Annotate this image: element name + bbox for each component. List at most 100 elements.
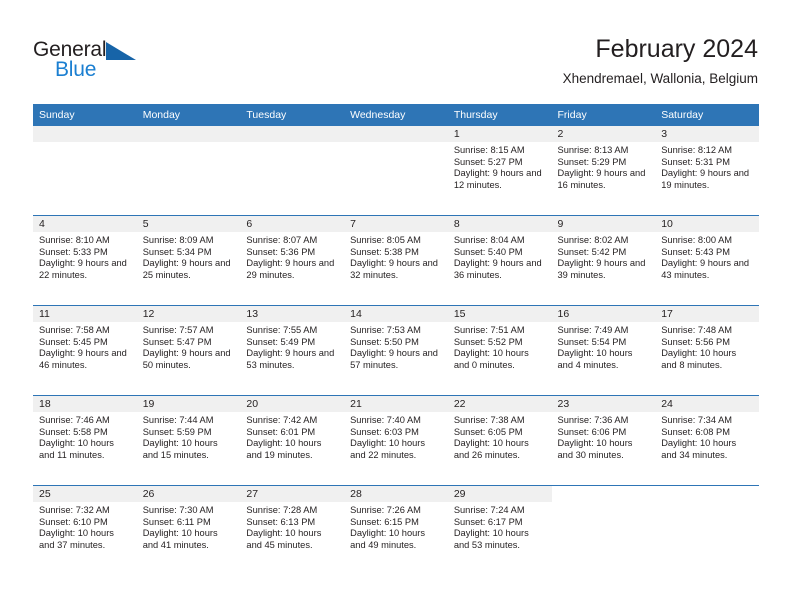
day-number: 3 bbox=[655, 126, 759, 142]
day-cell-content: 4 Sunrise: 8:10 AM Sunset: 5:33 PM Daylight… bbox=[33, 216, 137, 305]
sunrise-time: Sunrise: 8:13 AM bbox=[557, 145, 629, 155]
day-number: 4 bbox=[33, 216, 137, 232]
calendar-page: General Blue February 2024 Xhendremael, … bbox=[0, 0, 792, 612]
day-number bbox=[240, 126, 345, 142]
day-cell-content: 7 Sunrise: 8:05 AM Sunset: 5:38 PM Daylight… bbox=[344, 216, 448, 305]
calendar-day-cell[interactable] bbox=[551, 485, 656, 575]
calendar-day-cell[interactable]: 23 Sunrise: 7:36 AM Sunset: 6:06 PM Dayligh… bbox=[551, 395, 656, 486]
calendar-day-cell[interactable]: 24 Sunrise: 7:34 AM Sunset: 6:08 PM Dayligh… bbox=[655, 395, 759, 486]
calendar-day-cell[interactable]: 9 Sunrise: 8:02 AM Sunset: 5:42 PM Daylight… bbox=[551, 215, 656, 306]
day-cell-content: 19 Sunrise: 7:44 AM Sunset: 5:59 PM Dayligh… bbox=[136, 396, 241, 485]
calendar-day-cell[interactable] bbox=[344, 126, 448, 216]
calendar-day-cell[interactable]: 12 Sunrise: 7:57 AM Sunset: 5:47 PM Dayligh… bbox=[136, 305, 241, 396]
sunset-time: Sunset: 6:05 PM bbox=[453, 426, 523, 437]
day-number: 27 bbox=[240, 486, 345, 502]
day-number: 21 bbox=[344, 396, 448, 412]
sunrise-time: Sunrise: 7:55 AM bbox=[246, 325, 318, 335]
daylight-duration: Daylight: 10 hours and 22 minutes. bbox=[350, 438, 426, 460]
day-sun-info: Sunrise: 7:46 AM Sunset: 5:58 PM Daylight:… bbox=[33, 412, 137, 461]
day-number: 18 bbox=[33, 396, 137, 412]
calendar-day-cell[interactable]: 22 Sunrise: 7:38 AM Sunset: 6:05 PM Dayligh… bbox=[447, 395, 552, 486]
day-sun-info: Sunrise: 7:49 AM Sunset: 5:54 PM Daylight:… bbox=[552, 322, 656, 371]
daylight-duration: Daylight: 10 hours and 53 minutes. bbox=[453, 528, 529, 550]
calendar-day-cell[interactable] bbox=[136, 126, 241, 216]
day-cell-content bbox=[33, 126, 137, 215]
day-sun-info: Sunrise: 8:10 AM Sunset: 5:33 PM Daylight:… bbox=[33, 232, 137, 281]
day-cell-content: 11 Sunrise: 7:58 AM Sunset: 5:45 PM Dayligh… bbox=[33, 306, 137, 395]
day-cell-content: 6 Sunrise: 8:07 AM Sunset: 5:36 PM Daylight… bbox=[240, 216, 345, 305]
sunset-time: Sunset: 6:03 PM bbox=[350, 426, 419, 437]
sunrise-time: Sunrise: 7:28 AM bbox=[246, 505, 318, 515]
day-cell-content: 8 Sunrise: 8:04 AM Sunset: 5:40 PM Daylight… bbox=[447, 216, 552, 305]
daylight-duration: Daylight: 10 hours and 15 minutes. bbox=[142, 438, 218, 460]
day-sun-info: Sunrise: 7:26 AM Sunset: 6:15 PM Daylight:… bbox=[344, 502, 448, 551]
sunrise-time: Sunrise: 8:09 AM bbox=[142, 235, 214, 245]
general-blue-logo[interactable]: General Blue bbox=[33, 38, 153, 84]
title-block: February 2024 Xhendremael, Wallonia, Bel… bbox=[563, 34, 758, 87]
location-subtitle: Xhendremael, Wallonia, Belgium bbox=[562, 71, 758, 86]
day-sun-info: Sunrise: 7:38 AM Sunset: 6:05 PM Daylight:… bbox=[448, 412, 552, 461]
calendar-day-cell[interactable]: 6 Sunrise: 8:07 AM Sunset: 5:36 PM Daylight… bbox=[240, 215, 345, 306]
day-number: 26 bbox=[136, 486, 241, 502]
sunset-time: Sunset: 5:59 PM bbox=[142, 426, 212, 437]
day-cell-content: 29 Sunrise: 7:24 AM Sunset: 6:17 PM Dayligh… bbox=[447, 486, 552, 575]
calendar-day-cell[interactable]: 17 Sunrise: 7:48 AM Sunset: 5:56 PM Dayligh… bbox=[655, 305, 759, 396]
day-sun-info: Sunrise: 7:34 AM Sunset: 6:08 PM Daylight:… bbox=[655, 412, 759, 461]
calendar-day-cell[interactable] bbox=[33, 126, 137, 216]
calendar-day-cell[interactable]: 7 Sunrise: 8:05 AM Sunset: 5:38 PM Daylight… bbox=[344, 215, 448, 306]
calendar-day-cell[interactable]: 19 Sunrise: 7:44 AM Sunset: 5:59 PM Dayligh… bbox=[136, 395, 241, 486]
sunrise-time: Sunrise: 7:24 AM bbox=[453, 505, 525, 515]
day-sun-info: Sunrise: 8:15 AM Sunset: 5:27 PM Daylight:… bbox=[448, 142, 552, 191]
sunrise-time: Sunrise: 7:58 AM bbox=[39, 325, 110, 335]
calendar-day-cell[interactable]: 14 Sunrise: 7:53 AM Sunset: 5:50 PM Dayligh… bbox=[344, 305, 448, 396]
day-number: 9 bbox=[551, 216, 656, 232]
weekday-header-sunday: Sunday bbox=[33, 104, 137, 126]
calendar-day-cell[interactable]: 15 Sunrise: 7:51 AM Sunset: 5:52 PM Dayligh… bbox=[447, 305, 552, 396]
calendar-day-cell[interactable]: 5 Sunrise: 8:09 AM Sunset: 5:34 PM Daylight… bbox=[136, 215, 241, 306]
day-cell-content bbox=[344, 126, 448, 215]
sunrise-time: Sunrise: 7:42 AM bbox=[246, 415, 318, 425]
calendar-day-cell[interactable]: 1 Sunrise: 8:15 AM Sunset: 5:27 PM Daylight… bbox=[447, 126, 552, 216]
calendar-day-cell[interactable]: 25 Sunrise: 7:32 AM Sunset: 6:10 PM Dayligh… bbox=[33, 485, 137, 575]
day-number: 10 bbox=[655, 216, 759, 232]
calendar-day-cell[interactable]: 16 Sunrise: 7:49 AM Sunset: 5:54 PM Dayligh… bbox=[551, 305, 656, 396]
sunrise-time: Sunrise: 7:51 AM bbox=[453, 325, 525, 335]
sunrise-time: Sunrise: 7:38 AM bbox=[453, 415, 525, 425]
calendar-day-cell[interactable]: 8 Sunrise: 8:04 AM Sunset: 5:40 PM Daylight… bbox=[447, 215, 552, 306]
day-number bbox=[344, 126, 448, 142]
calendar-day-cell[interactable]: 20 Sunrise: 7:42 AM Sunset: 6:01 PM Dayligh… bbox=[240, 395, 345, 486]
calendar-day-cell[interactable] bbox=[240, 126, 345, 216]
day-number: 28 bbox=[344, 486, 448, 502]
calendar-container: Sunday Monday Tuesday Wednesday Thursday… bbox=[33, 104, 759, 575]
calendar-day-cell[interactable]: 18 Sunrise: 7:46 AM Sunset: 5:58 PM Dayligh… bbox=[33, 395, 137, 486]
calendar-day-cell[interactable] bbox=[655, 485, 759, 575]
calendar-day-cell[interactable]: 26 Sunrise: 7:30 AM Sunset: 6:11 PM Dayligh… bbox=[136, 485, 241, 575]
sunset-time: Sunset: 5:36 PM bbox=[246, 246, 316, 257]
weekday-header-friday: Friday bbox=[551, 104, 656, 126]
calendar-day-cell[interactable]: 11 Sunrise: 7:58 AM Sunset: 5:45 PM Dayligh… bbox=[33, 305, 137, 396]
day-cell-content: 15 Sunrise: 7:51 AM Sunset: 5:52 PM Dayligh… bbox=[447, 306, 552, 395]
day-sun-info: Sunrise: 7:32 AM Sunset: 6:10 PM Daylight:… bbox=[33, 502, 137, 551]
daylight-duration: Daylight: 10 hours and 34 minutes. bbox=[661, 438, 737, 460]
calendar-day-cell[interactable]: 4 Sunrise: 8:10 AM Sunset: 5:33 PM Daylight… bbox=[33, 215, 137, 306]
sunrise-time: Sunrise: 8:00 AM bbox=[661, 235, 733, 245]
calendar-day-cell[interactable]: 27 Sunrise: 7:28 AM Sunset: 6:13 PM Dayligh… bbox=[240, 485, 345, 575]
sunset-time: Sunset: 5:42 PM bbox=[557, 246, 627, 257]
sunset-time: Sunset: 5:31 PM bbox=[661, 156, 730, 167]
calendar-day-cell[interactable]: 13 Sunrise: 7:55 AM Sunset: 5:49 PM Dayligh… bbox=[240, 305, 345, 396]
calendar-week-row: 1 Sunrise: 8:15 AM Sunset: 5:27 PM Daylight… bbox=[33, 126, 759, 216]
calendar-day-cell[interactable]: 10 Sunrise: 8:00 AM Sunset: 5:43 PM Dayligh… bbox=[655, 215, 759, 306]
calendar-day-cell[interactable]: 29 Sunrise: 7:24 AM Sunset: 6:17 PM Dayligh… bbox=[447, 485, 552, 575]
day-cell-content: 1 Sunrise: 8:15 AM Sunset: 5:27 PM Daylight… bbox=[447, 126, 552, 215]
day-sun-info: Sunrise: 7:48 AM Sunset: 5:56 PM Daylight:… bbox=[655, 322, 759, 371]
calendar-day-cell[interactable]: 28 Sunrise: 7:26 AM Sunset: 6:15 PM Dayligh… bbox=[344, 485, 448, 575]
sunset-time: Sunset: 5:29 PM bbox=[557, 156, 627, 167]
day-sun-info: Sunrise: 8:04 AM Sunset: 5:40 PM Daylight:… bbox=[448, 232, 552, 281]
day-number: 20 bbox=[240, 396, 345, 412]
calendar-day-cell[interactable]: 2 Sunrise: 8:13 AM Sunset: 5:29 PM Daylight… bbox=[551, 126, 656, 216]
daylight-duration: Daylight: 9 hours and 25 minutes. bbox=[142, 258, 231, 280]
daylight-duration: Daylight: 10 hours and 0 minutes. bbox=[453, 348, 529, 370]
sunset-time: Sunset: 6:15 PM bbox=[350, 516, 419, 527]
calendar-day-cell[interactable]: 21 Sunrise: 7:40 AM Sunset: 6:03 PM Dayligh… bbox=[344, 395, 448, 486]
calendar-day-cell[interactable]: 3 Sunrise: 8:12 AM Sunset: 5:31 PM Daylight… bbox=[655, 126, 759, 216]
